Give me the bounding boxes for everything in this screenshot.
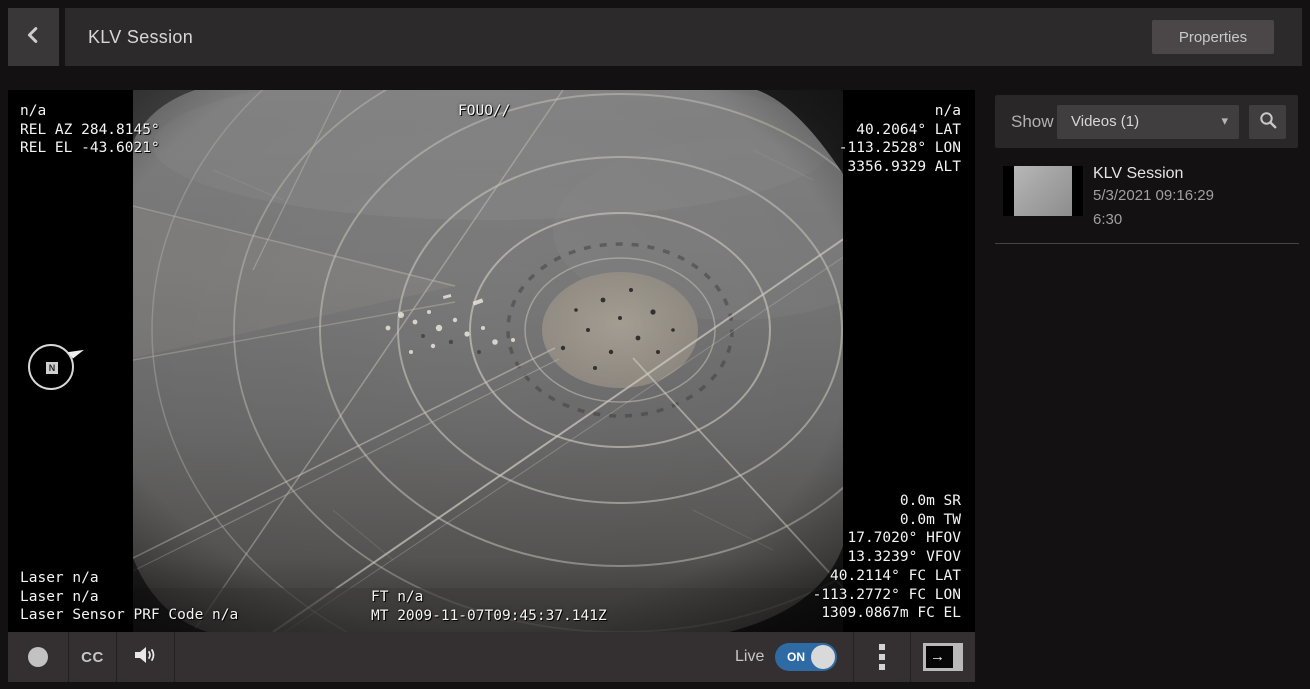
chevron-left-icon <box>23 24 45 51</box>
thumbnail-image <box>1014 166 1072 216</box>
video-item-datetime: 5/3/2021 09:16:29 <box>1093 187 1214 204</box>
show-filter-bar: Show Videos (1) ▾ <box>995 95 1298 148</box>
back-button[interactable] <box>8 8 65 66</box>
record-icon <box>28 647 48 667</box>
closed-captions-button[interactable]: CC <box>69 632 116 682</box>
search-button[interactable] <box>1249 105 1286 139</box>
osd-bottom-center: FT n/a MT 2009-11-07T09:45:37.141Z <box>371 588 607 625</box>
klv-session-app: KLV Session Properties <box>0 0 1310 689</box>
volume-button[interactable] <box>117 632 174 682</box>
video-item-duration: 6:30 <box>1093 211 1122 228</box>
video-thumbnail <box>1003 166 1083 216</box>
chevron-down-icon: ▾ <box>1221 105 1228 139</box>
aerial-footage-image <box>133 90 843 632</box>
pop-out-icon: → <box>923 643 963 671</box>
osd-classification: FOUO// <box>458 102 510 121</box>
compass-arrow-icon <box>68 344 84 359</box>
divider <box>174 632 175 682</box>
media-type-dropdown[interactable]: Videos (1) ▾ <box>1057 105 1239 139</box>
header-bar: KLV Session Properties <box>8 8 1302 66</box>
search-icon <box>1258 110 1278 135</box>
show-label: Show <box>1011 95 1054 148</box>
speaker-icon <box>133 644 159 671</box>
cc-icon: CC <box>81 649 104 666</box>
live-toggle[interactable]: ON <box>775 643 837 671</box>
list-divider <box>995 243 1299 244</box>
osd-top-right: n/a 40.2064° LAT -113.2528° LON 3356.932… <box>839 102 961 177</box>
player-control-bar: CC Live ON <box>8 632 975 682</box>
kebab-menu-icon <box>879 644 885 670</box>
video-list-item[interactable]: KLV Session 5/3/2021 09:16:29 6:30 <box>995 160 1298 234</box>
osd-bottom-right: 0.0m SR 0.0m TW 17.7020° HFOV 13.3239° V… <box>813 492 961 623</box>
live-label: Live <box>735 632 764 682</box>
more-options-button[interactable] <box>854 632 910 682</box>
osd-bottom-left: Laser n/a Laser n/a Laser Sensor PRF Cod… <box>20 569 238 625</box>
record-button[interactable] <box>8 632 68 682</box>
page-title: KLV Session <box>88 8 193 66</box>
video-player[interactable]: n/a REL AZ 284.8145° REL EL -43.6021° FO… <box>8 90 975 682</box>
video-item-title: KLV Session <box>1093 165 1183 183</box>
compass-indicator: N <box>26 342 78 394</box>
properties-button[interactable]: Properties <box>1152 20 1274 54</box>
pop-out-button[interactable]: → <box>911 632 975 682</box>
compass-north-label: N <box>46 362 58 374</box>
osd-top-left: n/a REL AZ 284.8145° REL EL -43.6021° <box>20 102 160 158</box>
dropdown-selected-value: Videos (1) <box>1071 105 1139 139</box>
toggle-knob <box>811 645 835 669</box>
video-content <box>133 90 843 632</box>
live-toggle-state: ON <box>787 643 805 671</box>
